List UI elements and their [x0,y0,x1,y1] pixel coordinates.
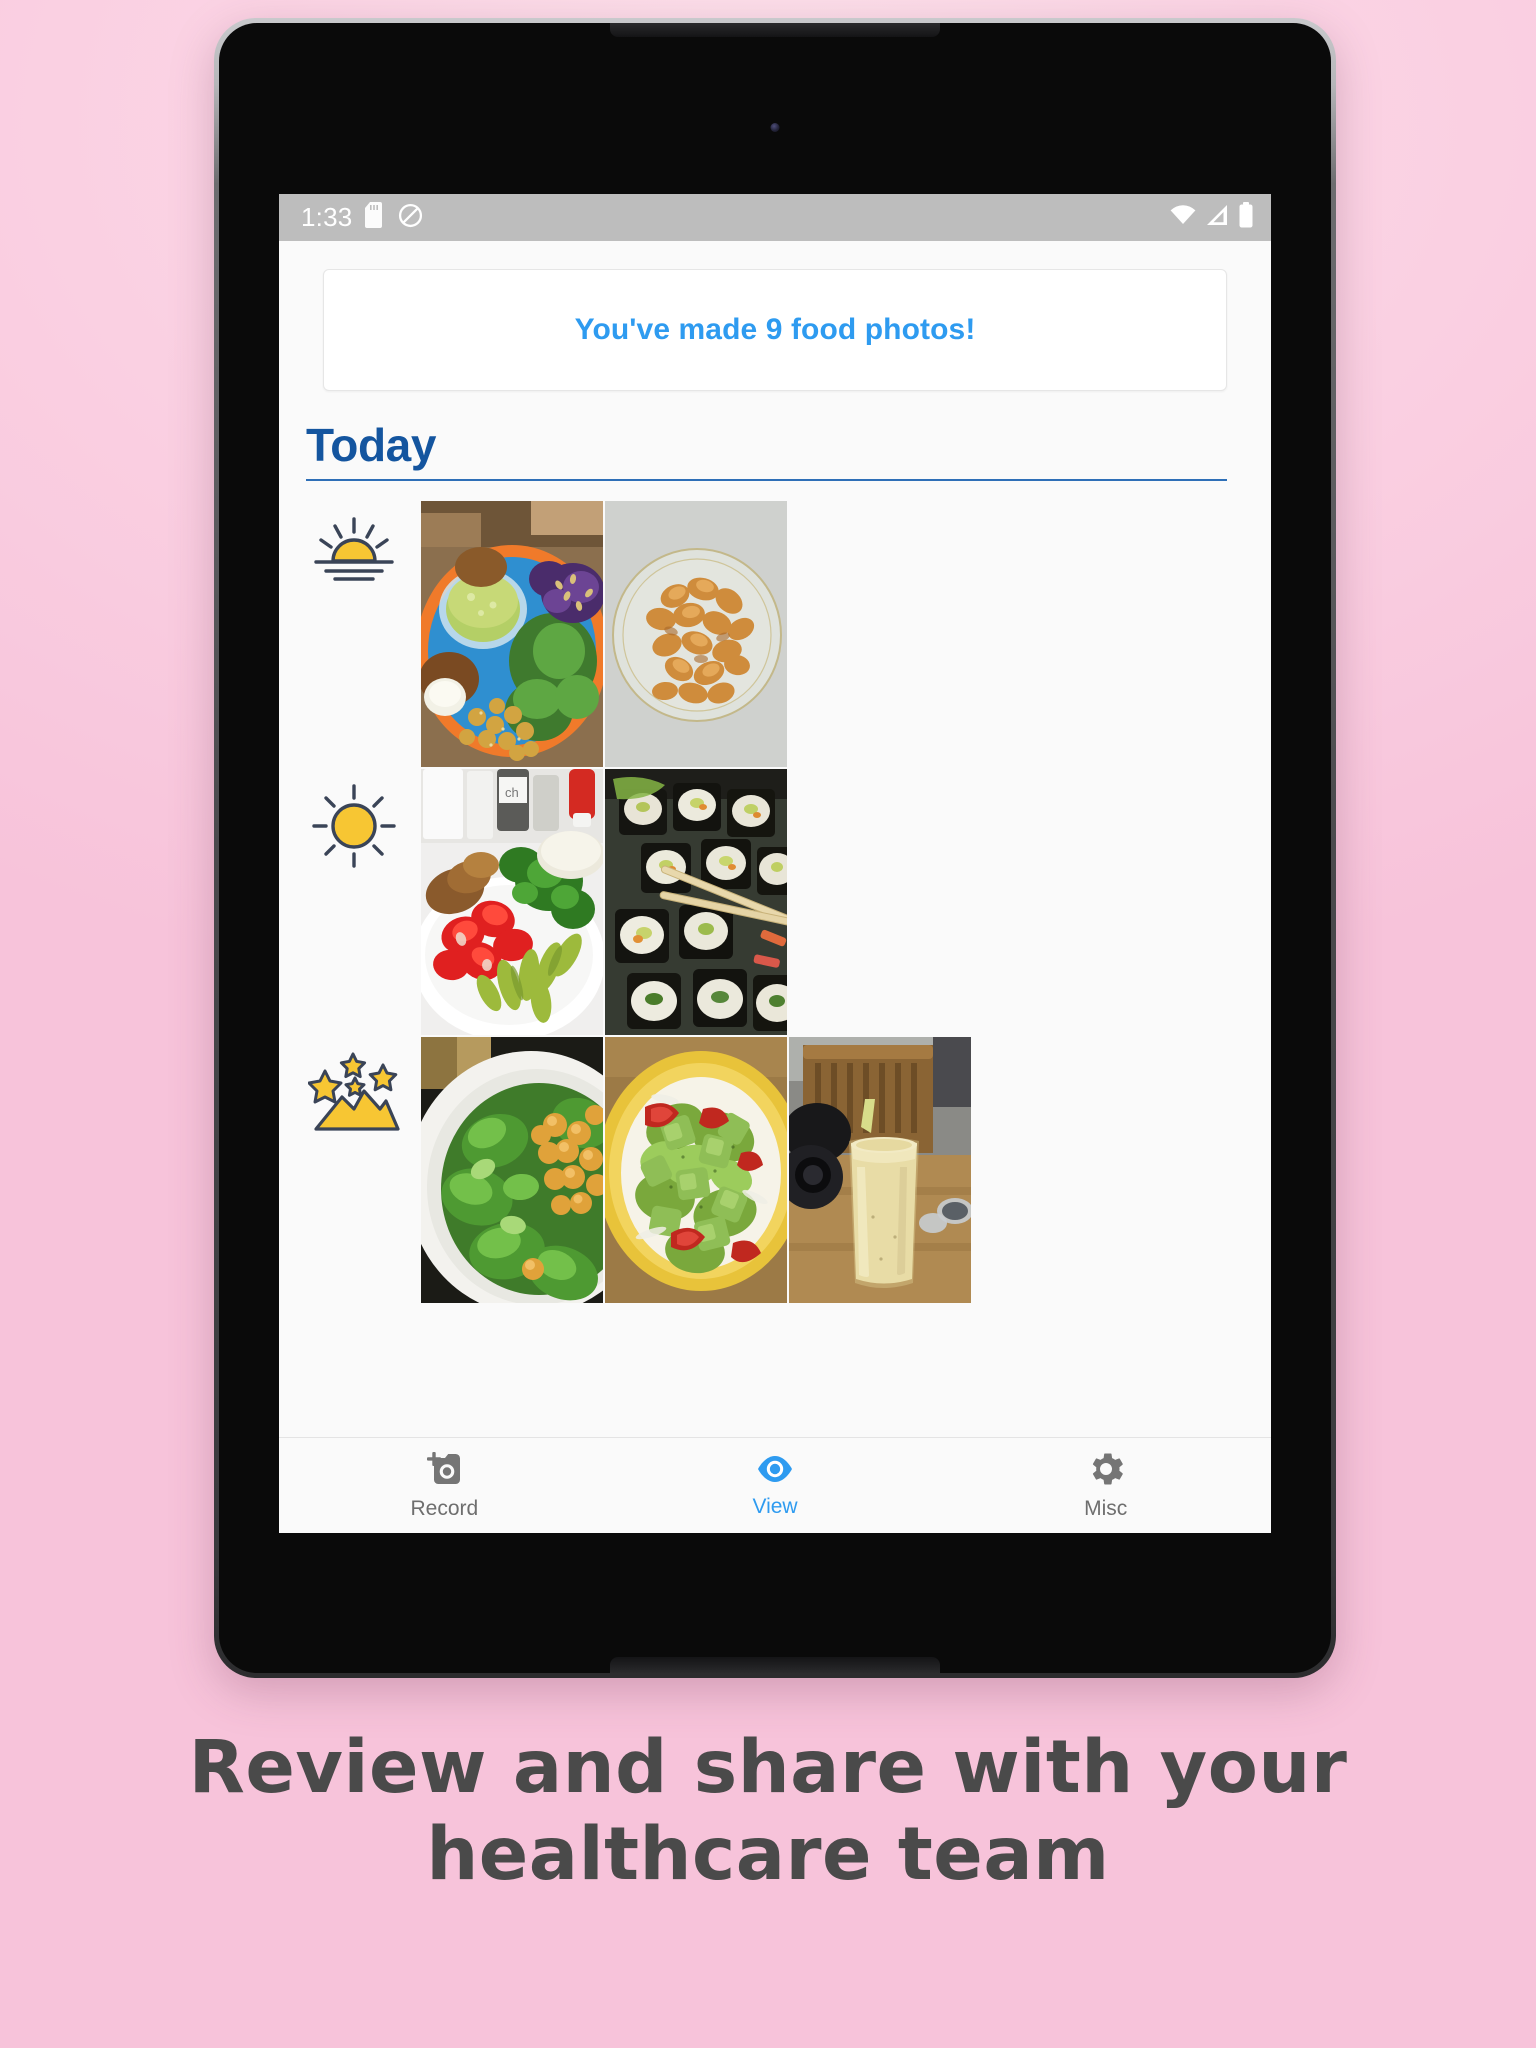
status-bar-right [1170,202,1254,233]
food-photo[interactable]: ch [421,769,603,1036]
cell-signal-icon [1205,204,1229,231]
sd-card-icon [365,202,385,233]
nav-label-misc: Misc [1084,1496,1128,1520]
gear-icon [1088,1451,1124,1492]
promo-caption-line2: healthcare team [426,1811,1110,1897]
battery-icon [1238,202,1254,233]
bottom-speaker-grille [610,1657,940,1673]
do-not-disturb-icon [398,203,423,233]
meal-rows: ch [279,501,1271,1304]
sun-icon [287,769,421,1035]
photo-strip [421,501,787,768]
day-section-header: Today [306,419,1227,482]
mountains-stars-icon [287,1037,421,1303]
nav-item-misc[interactable]: Misc [940,1451,1271,1521]
bottom-navigation-bar: Record View Misc [279,1437,1271,1533]
sunrise-icon [287,501,421,767]
wifi-icon [1170,204,1196,231]
meal-row [279,501,1271,768]
eye-icon [756,1453,794,1490]
promo-caption-line1: Review and share with your [188,1725,1348,1810]
food-photo[interactable] [421,1037,603,1304]
nav-item-record[interactable]: Record [279,1451,610,1521]
nav-label-view: View [752,1494,798,1518]
photo-count-banner[interactable]: You've made 9 food photos! [323,269,1227,391]
device-bezel: 1:33 You've made 9 food photos! Today ch… [219,23,1331,1673]
status-bar: 1:33 [279,194,1271,241]
add-photo-camera-icon [425,1451,463,1492]
meal-row [279,1037,1271,1304]
meal-row: ch [279,769,1271,1036]
svg-text:ch: ch [505,785,519,800]
photo-count-text: You've made 9 food photos! [574,313,976,346]
photo-strip: ch [421,769,787,1036]
tablet-device: 1:33 You've made 9 food photos! Today ch… [214,18,1336,1678]
food-photo[interactable] [605,1037,787,1304]
top-speaker-grille [610,23,940,37]
app-content: You've made 9 food photos! Today ch [279,241,1271,1437]
food-photo[interactable] [605,501,787,768]
front-camera-icon [770,123,780,132]
photo-strip [421,1037,971,1304]
food-photo[interactable] [789,1037,971,1304]
app-screen: 1:33 You've made 9 food photos! Today ch… [279,194,1271,1533]
food-photo[interactable] [605,769,787,1036]
nav-item-view[interactable]: View [610,1453,941,1519]
nav-label-record: Record [410,1496,479,1520]
status-clock: 1:33 [301,202,353,232]
promo-caption: Review and share with your healthcare te… [0,1725,1536,1899]
food-photo[interactable] [421,501,603,768]
status-bar-left: 1:33 [301,202,423,233]
day-title: Today [306,419,437,471]
